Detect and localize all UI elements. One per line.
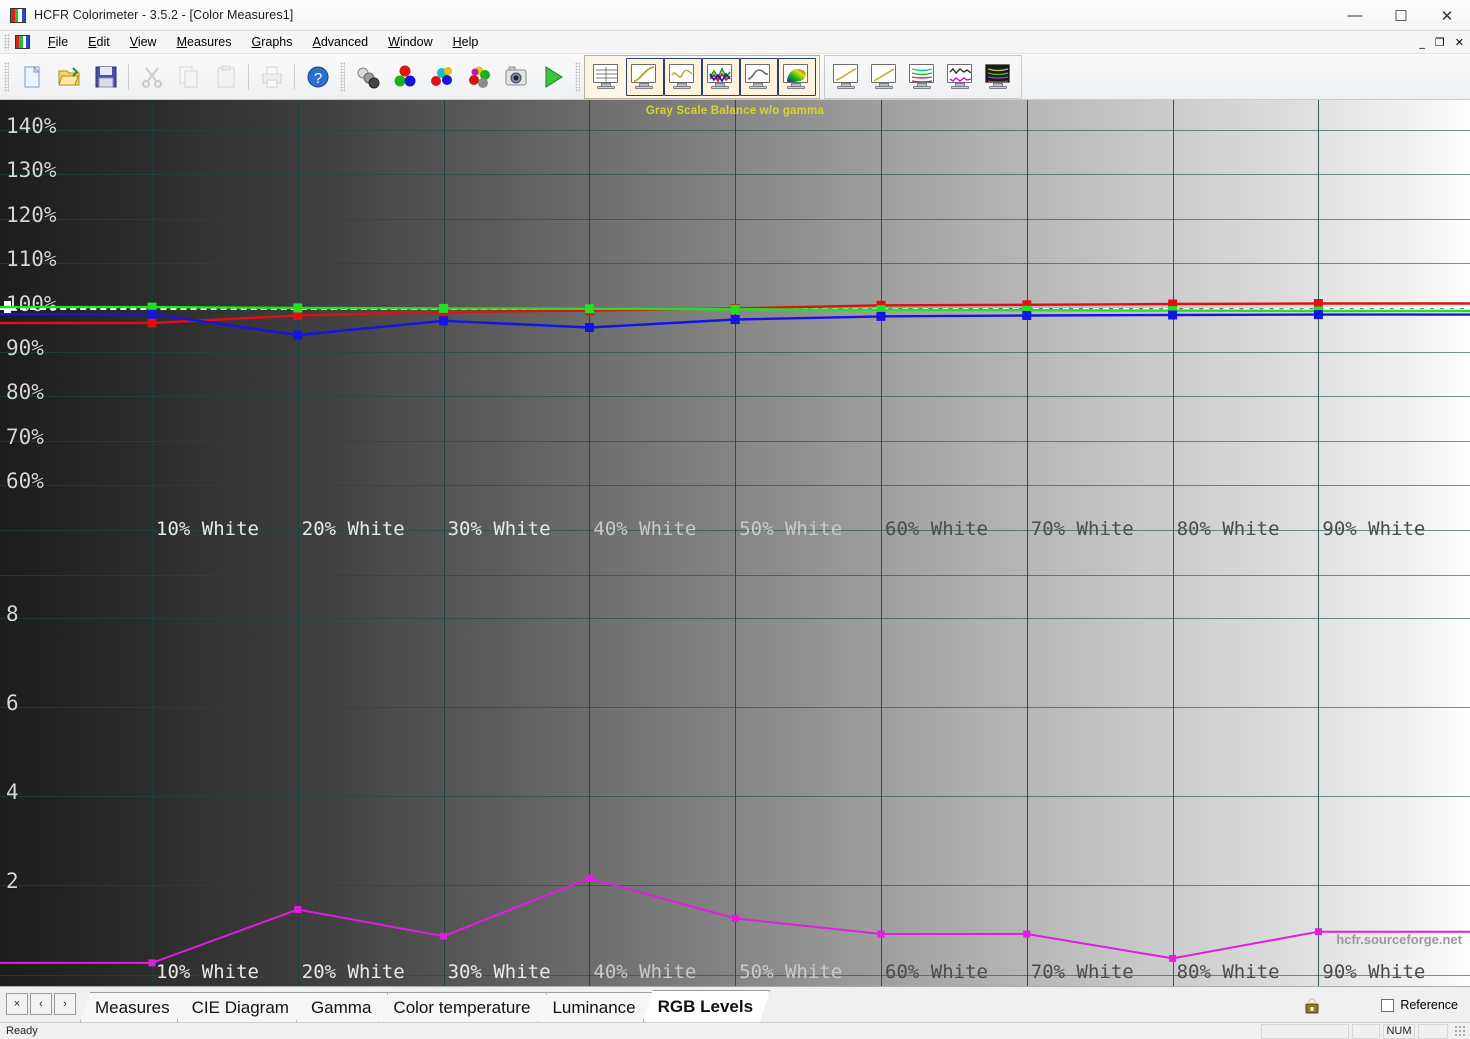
resize-grip-icon[interactable] <box>1454 1025 1466 1037</box>
menu-bar: File Edit View Measures Graphs Advanced Window… <box>0 31 1470 54</box>
svg-text:?: ? <box>313 70 321 87</box>
new-document-icon[interactable] <box>13 58 50 96</box>
monitor-dark-spectrum-icon[interactable] <box>980 58 1018 96</box>
series-delta-e <box>0 874 1470 967</box>
status-pane-2 <box>1352 1023 1380 1039</box>
watermark-text: hcfr.sourceforge.net <box>1336 932 1462 947</box>
padlock-icon[interactable] <box>1304 998 1320 1014</box>
help-question-icon[interactable]: ? <box>299 58 336 96</box>
monitor-yellow-curve-icon[interactable] <box>828 58 866 96</box>
num-lock-indicator: NUM <box>1383 1023 1415 1039</box>
monitor-datagrid-icon[interactable] <box>588 58 626 96</box>
menu-item-help[interactable]: Help <box>443 33 489 51</box>
monitor-noise-curve-icon[interactable] <box>942 58 980 96</box>
status-bar: Ready NUM <box>0 1022 1470 1039</box>
status-right-panes: NUM <box>1261 1023 1466 1039</box>
num-label: NUM <box>1386 1025 1412 1037</box>
paste-icon[interactable] <box>207 58 244 96</box>
toolbar-separator <box>248 63 249 90</box>
rgb-levels-graph[interactable]: Gray Scale Balance w/o gamma 140% 130% 120… <box>0 100 1470 986</box>
mdi-close-button[interactable]: ✕ <box>1455 36 1464 49</box>
monitor-rgb-levels-icon[interactable] <box>702 57 740 96</box>
reference-checkbox[interactable] <box>1381 998 1395 1012</box>
print-icon[interactable] <box>253 58 290 96</box>
toolbar-gripper-icon-3[interactable] <box>575 61 580 92</box>
prev-tab-button[interactable]: ‹ <box>30 993 52 1015</box>
full-colors-icon[interactable] <box>460 58 497 96</box>
graph-tab-strip: × ‹ › Measures CIE Diagram Gamma Color temper… <box>0 986 1470 1022</box>
menu-item-edit[interactable]: Edit <box>78 33 120 51</box>
tab-list: Measures CIE Diagram Gamma Color temperatur… <box>90 990 770 1022</box>
mdi-window-controls: _ ❐ ✕ <box>1419 31 1464 54</box>
grayscale-spheres-icon[interactable] <box>349 58 386 96</box>
mdi-minimize-button[interactable]: _ <box>1419 36 1425 49</box>
tab-rgb-levels[interactable]: RGB Levels <box>643 990 770 1022</box>
toolbar-gripper-icon[interactable] <box>4 61 9 92</box>
window-minimize-button[interactable]: — <box>1332 0 1378 31</box>
copy-icon[interactable] <box>170 58 207 96</box>
tab-gamma[interactable]: Gamma <box>296 992 388 1022</box>
next-tab-button[interactable]: › <box>54 993 76 1015</box>
secondary-colors-icon[interactable] <box>423 58 460 96</box>
main-toolbar: ? <box>0 54 1470 100</box>
primary-colors-icon[interactable] <box>386 58 423 96</box>
status-pane-4 <box>1418 1023 1448 1039</box>
tab-measures[interactable]: Measures <box>80 992 187 1022</box>
reference-checkbox-group[interactable]: Reference <box>1381 998 1458 1012</box>
monitor-luminance-icon[interactable] <box>740 57 778 96</box>
tab-color-temperature[interactable]: Color temperature <box>378 992 547 1022</box>
menu-item-view[interactable]: View <box>120 33 167 51</box>
tab-cie-diagram[interactable]: CIE Diagram <box>177 992 306 1022</box>
toolbar-gripper-icon-2[interactable] <box>340 61 345 92</box>
window-close-button[interactable]: ✕ <box>1424 0 1470 31</box>
open-folder-icon[interactable] <box>50 58 87 96</box>
play-run-icon[interactable] <box>534 58 571 96</box>
menu-item-file[interactable]: File <box>38 33 78 51</box>
menu-item-window[interactable]: Window <box>378 33 442 51</box>
status-text: Ready <box>6 1025 38 1037</box>
toolbar-separator <box>128 63 129 90</box>
hcfr-logo-icon <box>10 7 26 23</box>
reference-label: Reference <box>1400 998 1458 1012</box>
document-logo-icon <box>15 35 30 49</box>
window-controls: — ☐ ✕ <box>1332 0 1470 31</box>
monitor-gamma-curve-icon[interactable] <box>626 57 664 96</box>
cut-scissors-icon[interactable] <box>133 58 170 96</box>
monitor-yellow-line-icon[interactable] <box>866 58 904 96</box>
menu-item-measures[interactable]: Measures <box>167 33 242 51</box>
monitor-multicurve-icon[interactable] <box>904 58 942 96</box>
series-blue <box>0 309 1470 340</box>
toolbar-separator <box>294 63 295 90</box>
tab-nav-buttons: × ‹ › <box>6 993 76 1022</box>
close-tab-button[interactable]: × <box>6 993 28 1015</box>
tab-luminance[interactable]: Luminance <box>537 992 652 1022</box>
menu-gripper-icon[interactable] <box>4 34 10 50</box>
camera-icon[interactable] <box>497 58 534 96</box>
window-title: HCFR Colorimeter - 3.5.2 - [Color Measur… <box>34 8 294 22</box>
series-layer <box>0 299 1470 967</box>
monitor-colortemp-icon[interactable] <box>664 57 702 96</box>
status-pane-1 <box>1261 1023 1349 1039</box>
mdi-restore-button[interactable]: ❐ <box>1435 36 1445 49</box>
save-disk-icon[interactable] <box>87 58 124 96</box>
monitor-cie-diagram-icon[interactable] <box>778 57 816 96</box>
window-title-bar: HCFR Colorimeter - 3.5.2 - [Color Measur… <box>0 0 1470 31</box>
menu-item-graphs[interactable]: Graphs <box>242 33 303 51</box>
window-maximize-button[interactable]: ☐ <box>1378 0 1424 31</box>
menu-item-advanced[interactable]: Advanced <box>303 33 379 51</box>
